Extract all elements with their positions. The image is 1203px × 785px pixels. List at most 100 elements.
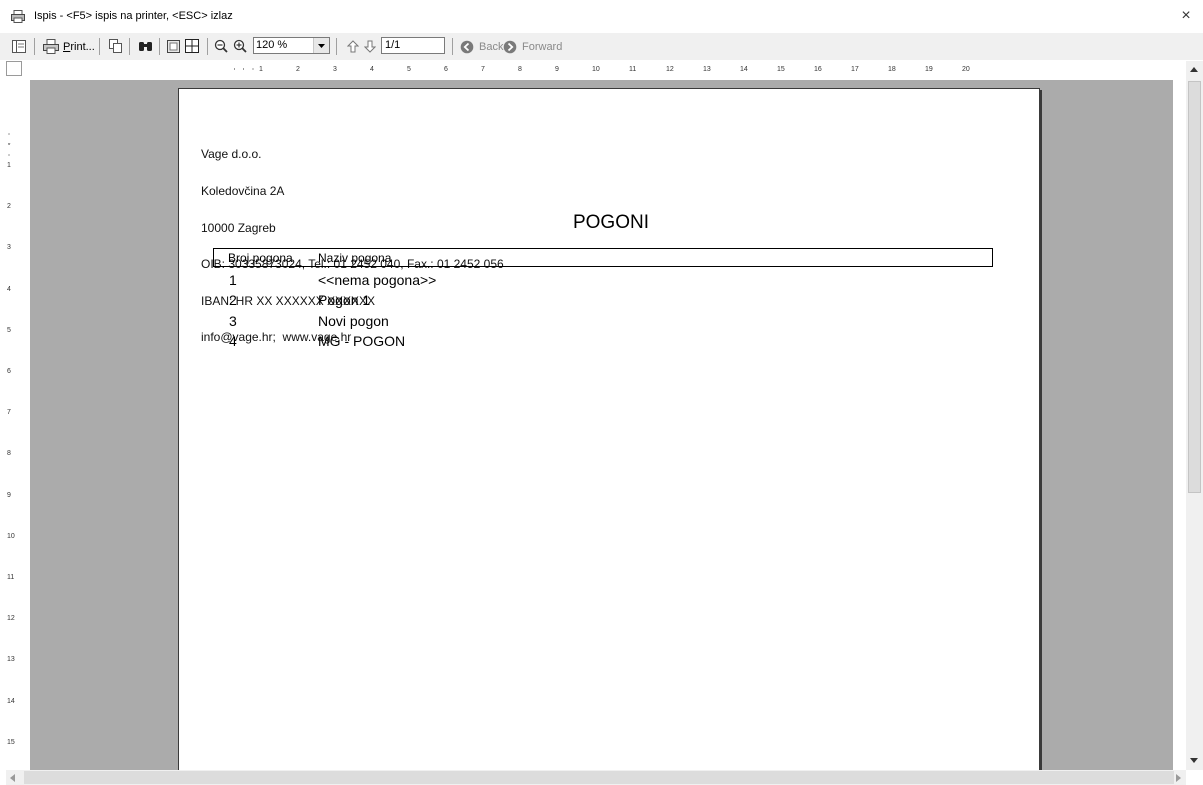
scroll-up-icon[interactable] [1190,67,1198,72]
table-header: Broj pogona Naziv pogona [213,248,993,267]
ruler-label: 7 [481,66,485,73]
ruler-label: 18 [888,66,896,73]
row-name: Pogon 1 [318,292,371,308]
company-name: Vage d.o.o. [201,147,262,162]
report-page: Vage d.o.o. Koledovčina 2A 10000 Zagreb … [178,88,1040,770]
ruler-label: 9 [555,66,559,73]
vertical-scroll-thumb[interactable] [1188,81,1201,493]
zoom-out-button[interactable] [212,37,230,55]
copy-button[interactable] [106,37,124,55]
ruler-label: 13 [703,66,711,73]
find-icon [138,41,152,51]
scroll-right-icon[interactable] [1176,774,1181,782]
column-header-name: Naziv pogona [318,251,392,265]
toolbar: Print... 120 % 1/1 Back Forward [0,33,1203,60]
horizontal-scroll-thumb[interactable] [24,771,1174,784]
scroll-left-icon[interactable] [10,774,15,782]
prev-page-icon [347,39,359,52]
forward-label: Forward [522,40,563,53]
ruler-label: 10 [592,66,600,73]
panel-toggle-button[interactable] [10,37,28,55]
zoom-dropdown-button[interactable] [313,38,329,53]
row-name: <<nema pogona>> [318,272,437,288]
ruler-label: 14 [7,697,15,705]
forward-button[interactable]: Forward [503,37,562,56]
row-name: Novi pogon [318,313,389,329]
prev-page-button[interactable] [344,37,362,55]
ruler-label: 5 [7,326,11,334]
ruler-label: 13 [7,656,15,664]
print-label: Print... [63,40,95,53]
multi-page-button[interactable] [183,37,201,55]
toolbar-separator [34,38,35,55]
ruler-label: 17 [851,66,859,73]
chevron-down-icon [318,43,325,48]
horizontal-ruler: 1 · · · 2 · · · 3 · · · 4 · · · 5 · · · 6 · · · 7 · · · 8 · · · 9 · · · 10 · ·… [30,62,1173,77]
single-page-button[interactable] [164,37,182,55]
find-button[interactable] [136,37,154,55]
ruler-label: 9 [7,491,11,499]
row-number: 2 [229,292,237,308]
company-address: Koledovčina 2A [201,184,285,199]
ruler-label: 10 [7,532,15,540]
page-number-value: 1/1 [385,39,401,51]
zoom-value: 120 % [256,39,288,51]
ruler-tick: · [251,66,255,73]
ruler-label: 1 [259,66,263,73]
printer-app-icon [11,10,25,23]
back-icon [460,40,474,53]
close-button[interactable]: × [1175,6,1197,26]
back-label: Back [479,40,504,53]
preview-area: Vage d.o.o. Koledovčina 2A 10000 Zagreb … [30,80,1173,770]
page-number-field[interactable]: 1/1 [381,37,445,54]
ruler-label: 4 [7,285,11,293]
vertical-scrollbar[interactable] [1186,61,1203,770]
ruler-label: 2 [7,203,11,211]
ruler-label: 2 [296,66,300,73]
scroll-down-icon[interactable] [1190,758,1198,763]
row-number: 4 [229,333,237,349]
row-number: 1 [229,272,237,288]
multi-page-icon [185,39,199,53]
ruler-label: 5 [407,66,411,73]
ruler-label: 7 [7,409,11,417]
ruler-label: 3 [333,66,337,73]
zoom-in-button[interactable] [231,37,249,55]
ruler-label: 8 [7,450,11,458]
report-title: POGONI [572,212,649,233]
ruler-tick: · [8,151,11,159]
next-page-icon [364,40,376,53]
ruler-tick: · [233,66,236,73]
ruler-label: 11 [629,66,637,73]
ruler-tick: · [242,66,245,73]
ruler-label: 14 [740,66,748,73]
forward-icon [503,40,517,53]
toolbar-separator [336,38,337,55]
zoom-out-icon [214,39,228,53]
back-button[interactable]: Back [460,37,503,56]
ruler-label: 6 [444,66,448,73]
ruler-tick: - [8,141,11,149]
ruler-label: 15 [7,738,15,746]
next-page-button[interactable] [361,37,379,55]
ruler-label: 1 [7,162,11,169]
ruler-corner [6,61,22,76]
horizontal-scrollbar[interactable] [6,770,1186,785]
zoom-select[interactable]: 120 % [253,37,330,54]
print-button[interactable]: Print... [43,37,95,56]
zoom-in-icon [233,39,247,53]
toolbar-separator [207,38,208,55]
ruler-label: 8 [518,66,522,73]
copy-icon [108,39,122,53]
print-label-rest: rint... [70,40,95,53]
ruler-label: 15 [777,66,785,73]
single-page-icon [166,39,180,53]
company-header: Vage d.o.o. Koledovčina 2A 10000 Zagreb … [201,124,504,368]
ruler-label: 19 [925,66,933,73]
column-header-number: Broj pogona [228,251,293,265]
toolbar-separator [452,38,453,55]
title-bar: Ispis - <F5> ispis na printer, <ESC> izl… [0,0,1203,33]
toolbar-separator [159,38,160,55]
ruler-label: 11 [7,574,15,581]
ruler-label: 4 [370,66,374,73]
